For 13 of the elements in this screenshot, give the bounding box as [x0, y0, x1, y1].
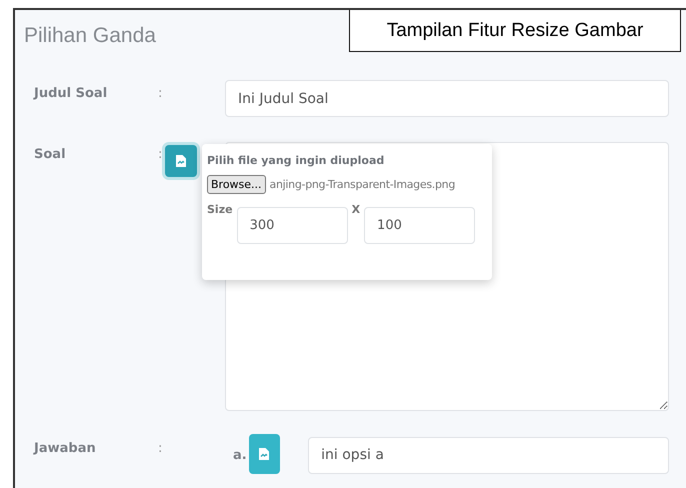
file-name: anjing-png-Transparent-Images.png	[270, 178, 455, 191]
panel-title: Pilihan Ganda	[24, 24, 156, 48]
caption-label: Tampilan Fitur Resize Gambar	[349, 10, 681, 52]
separator-colon: :	[158, 85, 162, 101]
popup-heading: Pilih file yang ingin diupload	[207, 154, 386, 167]
field-label: Judul Soal	[34, 85, 108, 101]
field-label: Soal	[34, 146, 67, 162]
separator-colon: :	[158, 440, 162, 456]
separator-colon: :	[158, 146, 162, 162]
times-label: X	[352, 203, 360, 216]
option-letter: a.	[233, 448, 247, 462]
field-label: Jawaban	[34, 440, 97, 456]
size-label: Size	[207, 203, 233, 216]
